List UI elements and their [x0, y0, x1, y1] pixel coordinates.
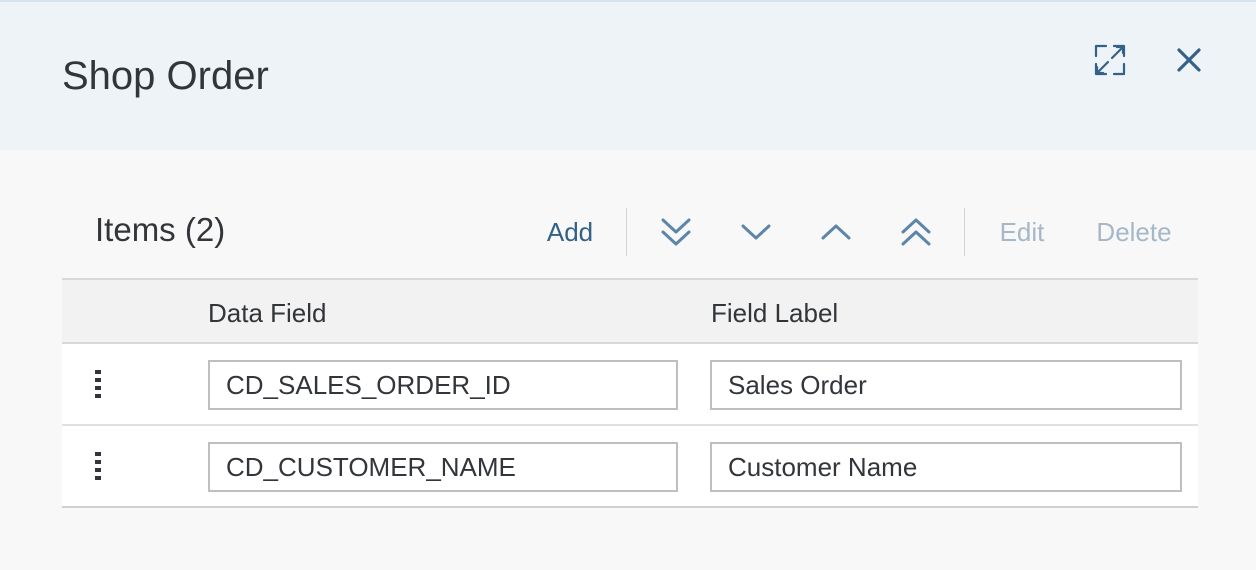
table-header: Data Field Field Label [62, 278, 1198, 344]
column-header-field-label: Field Label [711, 298, 839, 328]
close-button[interactable] [1169, 40, 1209, 80]
move-to-top-icon [901, 218, 931, 246]
move-to-top-button[interactable] [892, 212, 940, 252]
dialog-title: Shop Order [62, 54, 269, 98]
expand-button[interactable] [1090, 40, 1130, 80]
field-label-input[interactable]: Sales Order [710, 360, 1182, 410]
move-down-button[interactable] [732, 212, 780, 252]
toolbar-separator [626, 208, 627, 256]
items-table: Data Field Field Label CD_SALES_ORDER_ID… [62, 278, 1198, 508]
data-field-input[interactable]: CD_CUSTOMER_NAME [208, 442, 678, 492]
data-field-input[interactable]: CD_SALES_ORDER_ID [208, 360, 678, 410]
table-row: CD_SALES_ORDER_ID Sales Order [62, 344, 1198, 426]
items-title: Items (2) [95, 211, 226, 248]
move-to-bottom-button[interactable] [652, 212, 700, 252]
move-up-button[interactable] [812, 212, 860, 252]
edit-button[interactable]: Edit [990, 212, 1054, 252]
drag-handle-icon[interactable] [88, 450, 108, 480]
close-icon [1177, 48, 1201, 72]
table-row: CD_CUSTOMER_NAME Customer Name [62, 426, 1198, 508]
move-down-icon [741, 224, 771, 240]
dialog-header: Shop Order [0, 2, 1256, 150]
delete-button[interactable]: Delete [1086, 212, 1182, 252]
expand-icon [1094, 44, 1126, 76]
add-button[interactable]: Add [538, 212, 602, 252]
column-header-data-field: Data Field [208, 298, 327, 328]
move-to-bottom-icon [661, 218, 691, 246]
drag-handle-icon[interactable] [88, 368, 108, 398]
shop-order-dialog: Shop Order Items (2) Add Edit Delete Dat… [0, 0, 1256, 570]
toolbar-separator [964, 208, 965, 256]
field-label-input[interactable]: Customer Name [710, 442, 1182, 492]
move-up-icon [821, 224, 851, 240]
